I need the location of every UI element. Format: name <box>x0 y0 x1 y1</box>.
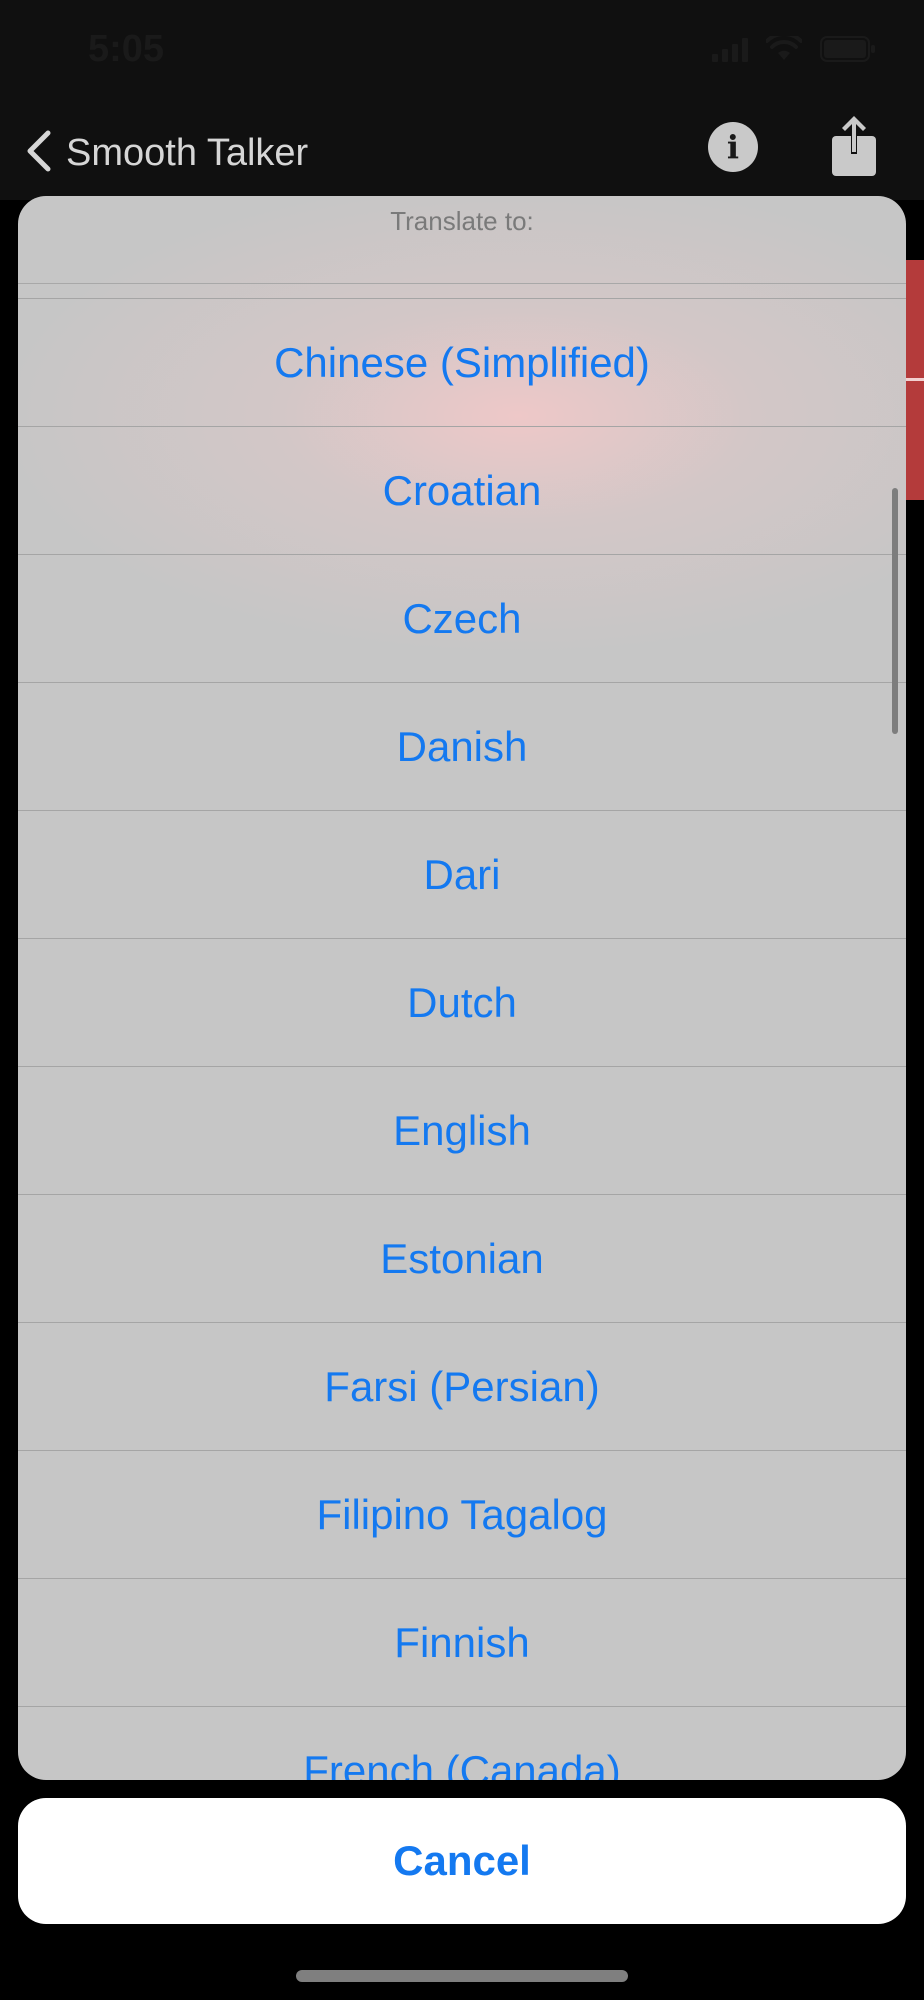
cancel-button[interactable]: Cancel <box>18 1798 906 1924</box>
language-option[interactable]: Chinese (Simplified) <box>18 298 906 426</box>
language-option-label: French (Canada) <box>303 1746 621 1781</box>
language-option[interactable]: Czech <box>18 554 906 682</box>
home-indicator <box>296 1970 628 1982</box>
language-option[interactable]: Dutch <box>18 938 906 1066</box>
info-icon: i <box>726 128 740 166</box>
info-button[interactable]: i <box>708 122 758 172</box>
language-option-label: Filipino Tagalog <box>316 1490 608 1538</box>
language-option-label: Chinese (Simplified) <box>274 338 650 386</box>
language-option-label: Farsi (Persian) <box>324 1362 600 1410</box>
language-option-label: English <box>393 1106 531 1154</box>
chevron-left-icon <box>24 129 52 178</box>
language-option[interactable]: Danish <box>18 682 906 810</box>
scroll-indicator[interactable] <box>892 488 898 734</box>
battery-icon <box>820 36 876 62</box>
language-option-label: Czech <box>402 594 522 642</box>
language-option[interactable]: Filipino Tagalog <box>18 1450 906 1578</box>
back-button[interactable]: Smooth Talker <box>24 122 308 184</box>
language-option-label: Croatian <box>382 466 542 514</box>
language-option[interactable]: Finnish <box>18 1578 906 1706</box>
signal-icon <box>712 36 748 62</box>
language-option-label: Dari <box>423 850 501 898</box>
language-option[interactable]: French (Canada) <box>18 1706 906 1780</box>
language-option[interactable]: Farsi (Persian) <box>18 1322 906 1450</box>
language-option-label: Finnish <box>394 1618 530 1666</box>
language-option-label: Danish <box>396 722 528 770</box>
translate-action-sheet: Translate to: Chinese (Simplified) Croat… <box>18 196 906 1780</box>
navigation-bar: Smooth Talker i <box>0 110 924 200</box>
status-icons <box>712 36 876 62</box>
sheet-title: Translate to: <box>390 206 534 236</box>
back-label: Smooth Talker <box>66 131 309 174</box>
language-option[interactable]: Estonian <box>18 1194 906 1322</box>
language-option-label: Estonian <box>380 1234 544 1282</box>
language-option[interactable]: English <box>18 1066 906 1194</box>
cancel-label: Cancel <box>393 1837 531 1884</box>
status-bar: 5:05 <box>0 0 924 110</box>
sheet-header: Translate to: <box>18 196 906 284</box>
language-options-list: Chinese (Simplified) Croatian Czech Dani… <box>18 284 906 1780</box>
language-option-label: Dutch <box>407 978 517 1026</box>
status-time: 5:05 <box>88 28 165 70</box>
background-accent-divider <box>906 378 924 381</box>
language-option[interactable]: Croatian <box>18 426 906 554</box>
share-icon <box>832 116 876 176</box>
language-option[interactable]: Dari <box>18 810 906 938</box>
share-button[interactable] <box>826 114 882 180</box>
wifi-icon <box>766 36 802 62</box>
